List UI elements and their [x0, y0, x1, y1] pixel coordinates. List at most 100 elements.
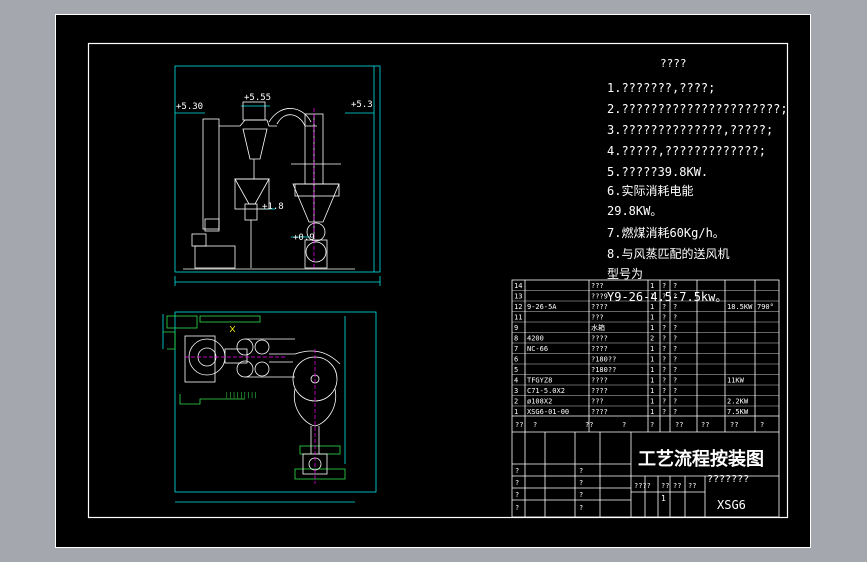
- drawing-number: XSG6: [717, 498, 746, 512]
- title-block-cell: ?: [515, 467, 519, 475]
- bom-header-cell: ??: [701, 421, 709, 429]
- bom-cell: 1: [514, 408, 518, 416]
- bom-cell: ???: [591, 314, 604, 322]
- bom-cell: 3: [514, 387, 518, 395]
- bom-cell: 1: [650, 398, 654, 406]
- bom-cell: C71-5.0X2: [527, 387, 565, 395]
- bom-cell: ?: [662, 324, 666, 332]
- note-line-6: 6.实际消耗电能: [607, 183, 693, 198]
- bom-cell: ?: [673, 356, 677, 364]
- bom-cell: ?: [673, 303, 677, 311]
- bom-cell: ????: [591, 377, 608, 385]
- bom-cell: 1: [650, 282, 654, 290]
- bom-cell: 5: [514, 366, 518, 374]
- bom-header-cell: ?: [533, 421, 537, 429]
- bom-cell: 2: [514, 398, 518, 406]
- elevation-view: +5.30 +5.55 +5.3 +1.8 +0.9: [174, 65, 381, 286]
- notes-title: ????: [660, 57, 687, 70]
- plan-equipment: [184, 335, 341, 475]
- bom-cell: 1: [650, 408, 654, 416]
- plan-yellow-marks: [229, 325, 236, 333]
- bom-cell: ???: [591, 398, 604, 406]
- title-block-cell: ?: [515, 479, 519, 487]
- bom-header-cell: ??: [585, 421, 593, 429]
- scale-cell: ??: [673, 482, 681, 490]
- title-block-cell: ?: [515, 491, 519, 499]
- title-block-cell: ?: [515, 504, 519, 512]
- bom-cell: ?: [662, 303, 666, 311]
- bom-cell: ?: [662, 408, 666, 416]
- bom-cell: ?: [673, 408, 677, 416]
- bom-cell: 1: [650, 324, 654, 332]
- bom-cell: 2: [650, 335, 654, 343]
- bom-cell: 8: [514, 335, 518, 343]
- bom-cell: ?: [662, 314, 666, 322]
- sheet-number: 1: [661, 494, 666, 503]
- elevation-mark-5: +0.9: [293, 233, 315, 243]
- bom-header-cell: ??: [730, 421, 738, 429]
- elevation-mark-2: +5.55: [244, 93, 271, 103]
- bom-cell: ????: [591, 387, 608, 395]
- bom-cell: 14: [514, 282, 522, 290]
- bom-cell: 790°: [757, 303, 774, 311]
- bom-cell: ?: [673, 387, 677, 395]
- bom-cell: ????: [591, 408, 608, 416]
- plan-note: |||||||||: [225, 392, 258, 399]
- note-line-3: 3.??????????????,?????;: [607, 123, 773, 137]
- note-line-8: 7.燃煤消耗60Kg/h。: [607, 225, 725, 240]
- title-block-cell: ?: [579, 504, 583, 512]
- bom-cell: 1: [650, 314, 654, 322]
- scale-cell: ??: [661, 482, 669, 490]
- bom-cell: 1: [650, 345, 654, 353]
- elevation-mark-3: +5.3: [351, 100, 373, 110]
- bom-header-cell: ?: [622, 421, 626, 429]
- bom-cell: 4: [514, 377, 518, 385]
- bom-cell: ????: [591, 303, 608, 311]
- title-block-cell: ?: [579, 491, 583, 499]
- bom-cell: NC-66: [527, 345, 548, 353]
- bom-cell: ?: [662, 293, 666, 301]
- bom-cell: ?: [673, 377, 677, 385]
- bom-cell: ?: [662, 366, 666, 374]
- drawing-subtitle: ???????: [707, 474, 749, 485]
- bom-cell: 7.5KW: [727, 408, 749, 416]
- note-line-4: 4.?????,?????????????;: [607, 144, 766, 158]
- bom-cell: 4200: [527, 335, 544, 343]
- title-block-cell: ?: [579, 479, 583, 487]
- bom-cell: 水箱: [591, 323, 605, 332]
- bom-cell: ?: [662, 377, 666, 385]
- bom-cell: ?: [662, 335, 666, 343]
- bom-cell: XSG6-01-00: [527, 408, 569, 416]
- cad-drawing: +5.30 +5.55 +5.3 +1.8 +0.9 ||||||||| ???…: [55, 14, 811, 548]
- note-line-2: 2.??????????????????????;: [607, 102, 788, 116]
- bom-cell: 7: [514, 345, 518, 353]
- bom-cell: ?: [673, 293, 677, 301]
- bom-cell: ø108X2: [527, 398, 552, 406]
- bom-cell: 1: [650, 377, 654, 385]
- bom-cell: ?: [673, 282, 677, 290]
- bom-cell: 2.2KW: [727, 398, 749, 406]
- bom-cell: ????: [591, 345, 608, 353]
- bom-cell: ?: [662, 345, 666, 353]
- bom-cell: TFGYZ8: [527, 377, 552, 385]
- bom-cell: ?: [673, 314, 677, 322]
- bom-cell: ?180??: [591, 356, 616, 364]
- bom-cell: 1: [650, 366, 654, 374]
- bom-cell: 1: [650, 303, 654, 311]
- bom-cell: ?: [673, 345, 677, 353]
- technical-notes: ???? 1.???????,????; 2.?????????????????…: [607, 57, 788, 304]
- bom-cell: 9-26-5A: [527, 303, 557, 311]
- bom-cell: ?: [662, 398, 666, 406]
- bom-cell: 13: [514, 293, 522, 301]
- scale-cell: ????: [634, 482, 651, 490]
- bom-cell: 1: [650, 356, 654, 364]
- plan-view: |||||||||: [162, 311, 377, 503]
- drawing-sheet: +5.30 +5.55 +5.3 +1.8 +0.9 ||||||||| ???…: [55, 14, 811, 548]
- bom-cell: ?: [662, 356, 666, 364]
- elevation-equipment: [183, 101, 355, 270]
- bom-header: ?? ? ?? ? ? ?? ?? ?? ?: [515, 421, 764, 429]
- elevation-dimension-lines: [174, 65, 381, 286]
- bom-header-cell: ??: [515, 421, 523, 429]
- bom-cell: ?: [673, 324, 677, 332]
- bom-header-cell: ??: [675, 421, 683, 429]
